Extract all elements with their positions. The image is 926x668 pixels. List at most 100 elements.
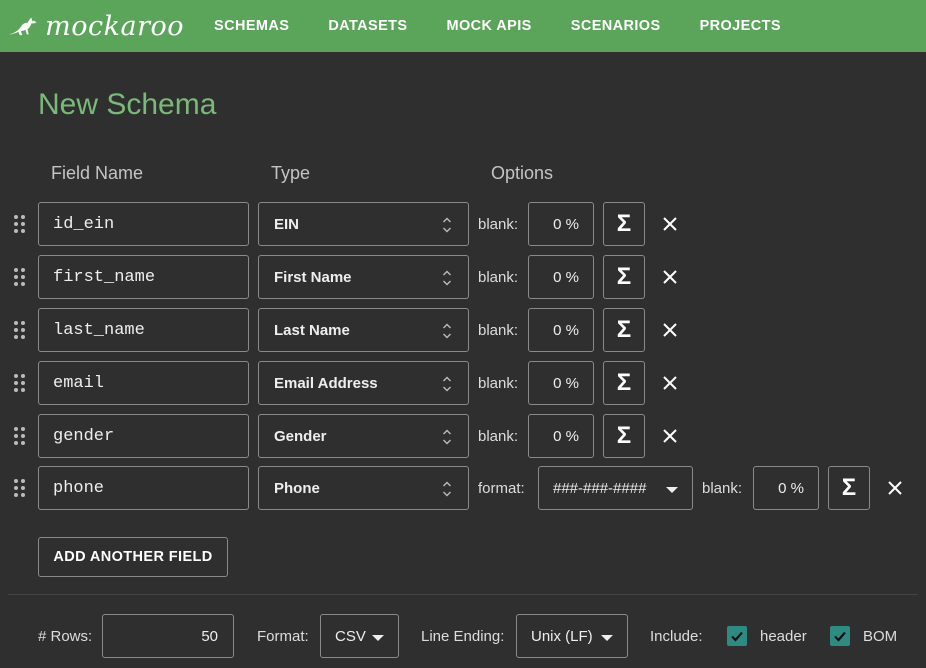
blank-percent-input[interactable]: 0 % bbox=[528, 414, 594, 458]
bom-checkbox[interactable] bbox=[830, 626, 850, 646]
line-ending-label: Line Ending: bbox=[421, 627, 505, 645]
field-type-value: Gender bbox=[274, 427, 327, 445]
format-option-label: format: bbox=[478, 479, 525, 497]
up-down-chevron-icon bbox=[443, 270, 451, 286]
close-icon bbox=[888, 481, 902, 495]
field-row: first_name First Name blank: 0 % Σ bbox=[0, 255, 926, 299]
main-nav: SCHEMAS DATASETS MOCK APIS SCENARIOS PRO… bbox=[214, 0, 820, 52]
field-type-value: EIN bbox=[274, 215, 300, 233]
blank-option-label: blank: bbox=[478, 215, 519, 233]
blank-percent-input[interactable]: 0 % bbox=[528, 308, 594, 352]
drag-handle-icon[interactable] bbox=[14, 321, 26, 339]
header-checkbox-label: header bbox=[760, 627, 807, 645]
blank-percent-input[interactable]: 0 % bbox=[753, 466, 819, 510]
field-name-input[interactable]: email bbox=[38, 361, 249, 405]
field-type-select[interactable]: EIN bbox=[258, 202, 469, 246]
nav-mock-apis[interactable]: MOCK APIS bbox=[447, 18, 532, 34]
field-type-value: First Name bbox=[274, 268, 352, 286]
field-row: last_name Last Name blank: 0 % Σ bbox=[0, 308, 926, 352]
close-icon bbox=[663, 217, 677, 231]
top-navbar: mockaroo SCHEMAS DATASETS MOCK APIS SCEN… bbox=[0, 0, 926, 52]
drag-handle-icon[interactable] bbox=[14, 268, 26, 286]
delete-field-button[interactable] bbox=[658, 308, 682, 352]
sigma-icon: Σ bbox=[841, 474, 857, 501]
field-type-select[interactable]: Phone bbox=[258, 466, 469, 510]
field-row: gender Gender blank: 0 % Σ bbox=[0, 414, 926, 458]
field-name-input[interactable]: phone bbox=[38, 466, 249, 510]
format-select[interactable]: CSV bbox=[320, 614, 399, 658]
kangaroo-icon bbox=[9, 17, 37, 36]
blank-percent-input[interactable]: 0 % bbox=[528, 255, 594, 299]
field-type-select[interactable]: Last Name bbox=[258, 308, 469, 352]
delete-field-button[interactable] bbox=[658, 202, 682, 246]
rows-input[interactable]: 50 bbox=[102, 614, 234, 658]
field-type-value: Last Name bbox=[274, 321, 350, 339]
add-another-field-button[interactable]: ADD ANOTHER FIELD bbox=[38, 537, 228, 577]
format-label: Format: bbox=[257, 627, 309, 645]
blank-percent-input[interactable]: 0 % bbox=[528, 202, 594, 246]
blank-option-label: blank: bbox=[478, 427, 519, 445]
field-name-input[interactable]: last_name bbox=[38, 308, 249, 352]
formula-button[interactable]: Σ bbox=[828, 466, 870, 510]
field-name-input[interactable]: first_name bbox=[38, 255, 249, 299]
delete-field-button[interactable] bbox=[883, 466, 907, 510]
formula-button[interactable]: Σ bbox=[603, 202, 645, 246]
up-down-chevron-icon bbox=[443, 323, 451, 339]
nav-scenarios[interactable]: SCENARIOS bbox=[571, 18, 661, 34]
rows-label: # Rows: bbox=[38, 627, 93, 645]
blank-option-label: blank: bbox=[702, 479, 743, 497]
field-type-value: Phone bbox=[274, 479, 320, 497]
field-type-select[interactable]: Gender bbox=[258, 414, 469, 458]
column-header-options: Options bbox=[491, 163, 554, 183]
caret-down-icon bbox=[601, 635, 613, 641]
drag-handle-icon[interactable] bbox=[14, 479, 26, 497]
delete-field-button[interactable] bbox=[658, 255, 682, 299]
check-icon bbox=[834, 631, 846, 642]
blank-option-label: blank: bbox=[478, 268, 519, 286]
delete-field-button[interactable] bbox=[658, 414, 682, 458]
up-down-chevron-icon bbox=[443, 481, 451, 497]
formula-button[interactable]: Σ bbox=[603, 414, 645, 458]
sigma-icon: Σ bbox=[616, 316, 632, 343]
line-ending-select[interactable]: Unix (LF) bbox=[516, 614, 628, 658]
sigma-icon: Σ bbox=[616, 422, 632, 449]
drag-handle-icon[interactable] bbox=[14, 427, 26, 445]
field-type-select[interactable]: Email Address bbox=[258, 361, 469, 405]
formula-button[interactable]: Σ bbox=[603, 308, 645, 352]
field-row: id_ein EIN blank: 0 % Σ bbox=[0, 202, 926, 246]
field-row: phone Phone format: ###-###-#### blank: 0 % Σ bbox=[0, 466, 926, 510]
blank-percent-input[interactable]: 0 % bbox=[528, 361, 594, 405]
formula-button[interactable]: Σ bbox=[603, 361, 645, 405]
format-select-value: CSV bbox=[335, 627, 366, 645]
sigma-icon: Σ bbox=[616, 369, 632, 396]
sigma-icon: Σ bbox=[616, 210, 632, 237]
line-ending-select-value: Unix (LF) bbox=[531, 627, 593, 645]
up-down-chevron-icon bbox=[443, 217, 451, 233]
check-icon bbox=[731, 631, 743, 642]
brand-name: mockaroo bbox=[45, 10, 184, 42]
field-name-input[interactable]: gender bbox=[38, 414, 249, 458]
blank-option-label: blank: bbox=[478, 321, 519, 339]
header-checkbox[interactable] bbox=[727, 626, 747, 646]
drag-handle-icon[interactable] bbox=[14, 374, 26, 392]
phone-format-value: ###-###-#### bbox=[553, 479, 647, 497]
close-icon bbox=[663, 270, 677, 284]
close-icon bbox=[663, 376, 677, 390]
nav-projects[interactable]: PROJECTS bbox=[700, 18, 781, 34]
nav-datasets[interactable]: DATASETS bbox=[328, 18, 407, 34]
phone-format-select[interactable]: ###-###-#### bbox=[538, 466, 693, 510]
include-label: Include: bbox=[650, 627, 703, 645]
field-name-input[interactable]: id_ein bbox=[38, 202, 249, 246]
nav-schemas[interactable]: SCHEMAS bbox=[214, 18, 289, 34]
divider bbox=[8, 594, 918, 595]
mockaroo-logo[interactable]: mockaroo bbox=[8, 8, 184, 44]
up-down-chevron-icon bbox=[443, 429, 451, 445]
up-down-chevron-icon bbox=[443, 376, 451, 392]
caret-down-icon bbox=[372, 635, 384, 641]
column-header-field-name: Field Name bbox=[51, 163, 144, 183]
drag-handle-icon[interactable] bbox=[14, 215, 26, 233]
field-type-select[interactable]: First Name bbox=[258, 255, 469, 299]
close-icon bbox=[663, 323, 677, 337]
delete-field-button[interactable] bbox=[658, 361, 682, 405]
formula-button[interactable]: Σ bbox=[603, 255, 645, 299]
